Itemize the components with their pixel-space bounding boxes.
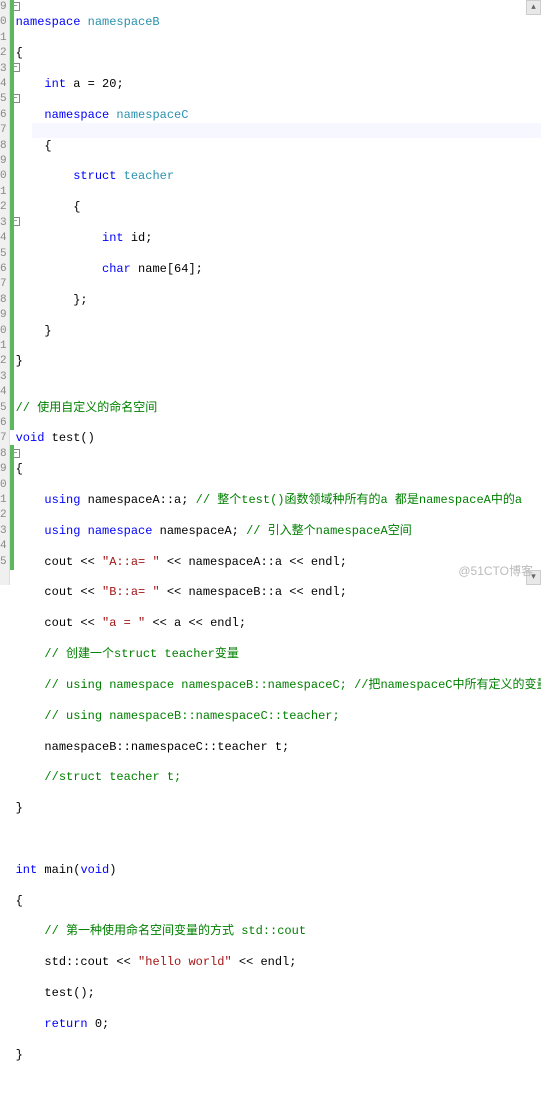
change-marker	[10, 200, 14, 430]
line-number: 8	[0, 139, 7, 154]
code-line[interactable]: {	[16, 462, 541, 477]
line-number: 5	[0, 401, 7, 416]
line-number: 5	[0, 555, 7, 570]
change-marker	[10, 0, 14, 200]
line-number: 5	[0, 247, 7, 262]
line-number: 7	[0, 277, 7, 292]
line-number: 5	[0, 92, 7, 107]
code-line[interactable]: using namespaceA::a; // 整个test()函数领域种所有的…	[16, 493, 541, 508]
code-line[interactable]: {	[16, 200, 541, 215]
scroll-up-button[interactable]: ▴	[526, 0, 541, 15]
code-editor: 9 0 1 2 3 4 5 6 7 8 9 0 1 2 3 4 5 6 7 8 …	[0, 0, 541, 585]
code-line[interactable]: }	[16, 324, 541, 339]
line-number: 1	[0, 339, 7, 354]
line-number: 7	[0, 123, 7, 138]
line-number: 4	[0, 77, 7, 92]
code-line[interactable]: int a = 20;	[16, 77, 541, 92]
code-line[interactable]: using namespace namespaceA; // 引入整个names…	[16, 524, 541, 539]
code-line[interactable]: namespace namespaceB	[16, 15, 541, 30]
code-line[interactable]: // 第一种使用命名空间变量的方式 std::cout	[16, 924, 541, 939]
line-number: 7	[0, 431, 7, 446]
change-marker	[10, 445, 14, 570]
line-number: 2	[0, 46, 7, 61]
line-number: 2	[0, 200, 7, 215]
code-line[interactable]: namespaceB::namespaceC::teacher t;	[16, 740, 541, 755]
code-line[interactable]: test();	[16, 986, 541, 1001]
code-line[interactable]: {	[16, 46, 541, 61]
code-line[interactable]: // using namespaceB::namespaceC::teacher…	[16, 709, 541, 724]
code-line[interactable]: int id;	[16, 231, 541, 246]
code-line[interactable]: int main(void)	[16, 863, 541, 878]
code-line[interactable]: struct teacher	[16, 169, 541, 184]
line-number: 9	[0, 154, 7, 169]
code-line[interactable]: std::cout << "hello world" << endl;	[16, 955, 541, 970]
code-line[interactable]: namespace namespaceC	[16, 108, 541, 123]
line-number: 4	[0, 539, 7, 554]
code-line[interactable]: void test()	[16, 431, 541, 446]
line-number: 3	[0, 370, 7, 385]
line-number: 1	[0, 31, 7, 46]
line-number: 3	[0, 216, 7, 231]
code-line[interactable]: }	[16, 354, 541, 369]
watermark: @51CTO博客	[458, 562, 533, 579]
code-line[interactable]: // 创建一个struct teacher变量	[16, 647, 541, 662]
line-number: 0	[0, 169, 7, 184]
line-number-gutter: 9 0 1 2 3 4 5 6 7 8 9 0 1 2 3 4 5 6 7 8 …	[0, 0, 10, 585]
line-number: 2	[0, 354, 7, 369]
code-line[interactable]: {	[16, 894, 541, 909]
line-number: 9	[0, 308, 7, 323]
code-line[interactable]: }	[16, 1048, 541, 1063]
line-number: 1	[0, 493, 7, 508]
code-line[interactable]: return 0;	[16, 1017, 541, 1032]
code-area[interactable]: namespace namespaceB { int a = 20; names…	[10, 0, 541, 585]
line-number: 1	[0, 185, 7, 200]
code-line[interactable]: cout << "B::a= " << namespaceB::a << end…	[16, 585, 541, 600]
line-number: 9	[0, 0, 7, 15]
line-number: 4	[0, 385, 7, 400]
line-number: 0	[0, 15, 7, 30]
code-line[interactable]: // using namespace namespaceB::namespace…	[16, 678, 541, 693]
code-line[interactable]: };	[16, 293, 541, 308]
line-number: 0	[0, 324, 7, 339]
code-line[interactable]: }	[16, 801, 541, 816]
code-line[interactable]: cout << "a = " << a << endl;	[16, 616, 541, 631]
line-number: 3	[0, 62, 7, 77]
caret-line-highlight	[32, 123, 541, 138]
line-number: 6	[0, 108, 7, 123]
line-number: 8	[0, 293, 7, 308]
line-number: 4	[0, 231, 7, 246]
line-number: 9	[0, 462, 7, 477]
line-number: 3	[0, 524, 7, 539]
line-number: 6	[0, 262, 7, 277]
line-number: 6	[0, 416, 7, 431]
code-line[interactable]: // 使用自定义的命名空间	[16, 401, 541, 416]
line-number: 8	[0, 447, 7, 462]
code-line[interactable]: {	[16, 139, 541, 154]
line-number: 2	[0, 508, 7, 523]
code-line[interactable]: char name[64];	[16, 262, 541, 277]
line-number: 0	[0, 478, 7, 493]
code-line[interactable]: //struct teacher t;	[16, 770, 541, 785]
